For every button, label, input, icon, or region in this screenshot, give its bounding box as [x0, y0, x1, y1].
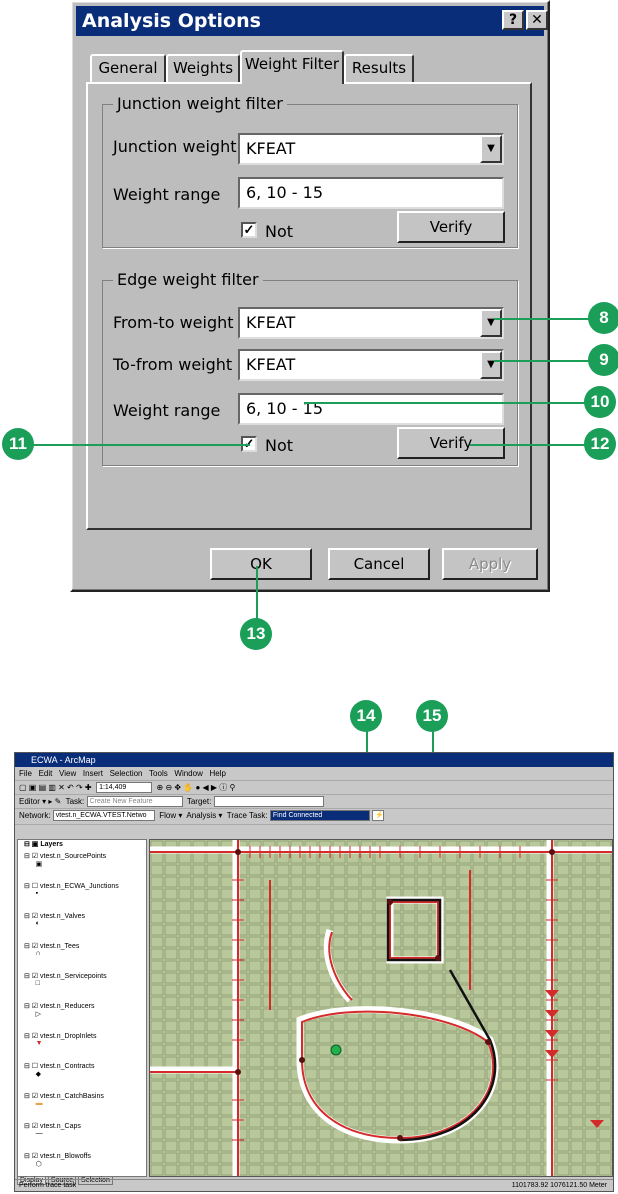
callout-10: 10 [584, 386, 616, 418]
chevron-down-icon[interactable]: ▼ [480, 309, 502, 337]
to-from-weight-label: To-from weight [113, 355, 233, 374]
from-to-weight-label: From-to weight [113, 313, 234, 332]
tab-general[interactable]: General [90, 54, 166, 82]
callout-13: 13 [240, 618, 272, 650]
edge-weight-range-input[interactable]: 6, 10 - 15 [238, 393, 504, 425]
close-icon[interactable]: ✕ [526, 10, 548, 30]
edge-range-label: Weight range [113, 401, 221, 420]
callout-line-10 [304, 402, 590, 404]
toolbar-icons[interactable]: ▢ ▣ ▤ ▥ ✕ ↶ ↷ ✚ [19, 783, 92, 792]
callout-11: 11 [2, 428, 34, 460]
standard-toolbar: ▢ ▣ ▤ ▥ ✕ ↶ ↷ ✚ 1:14,409 ⊕ ⊖ ✥ ✋ ● ◀ ▶ ⓘ… [15, 781, 613, 795]
status-coordinates: 1101783.92 1076121.50 Meter [511, 1182, 607, 1189]
callout-9: 9 [588, 344, 618, 376]
junction-weight-value: KFEAT [246, 139, 296, 158]
toc-layer[interactable]: ⊟ ☑ vtest.n_CatchBasins ▬ [18, 1092, 146, 1122]
arcmap-window: ECWA - ArcMap File Edit View Insert Sele… [14, 752, 614, 1192]
apply-button[interactable]: Apply [442, 548, 538, 580]
task-select[interactable]: Create New Feature [86, 796, 183, 808]
chevron-down-icon[interactable]: ▼ [480, 351, 502, 379]
ok-button[interactable]: OK [210, 548, 312, 580]
from-to-weight-value: KFEAT [246, 313, 296, 332]
menu-file[interactable]: File [19, 769, 32, 778]
junction-weight-range-input[interactable]: 6, 10 - 15 [238, 177, 504, 209]
toc-layer[interactable]: ⊟ ☑ vtest.n_Blowoffs ⬡ [18, 1152, 146, 1176]
menu-window[interactable]: Window [174, 769, 202, 778]
status-message: Perform trace task [19, 1182, 77, 1189]
callout-line-11 [30, 444, 250, 446]
weight-filter-panel: Junction weight filter Junction weight K… [86, 82, 532, 530]
tab-weight-filter[interactable]: Weight Filter [240, 50, 344, 84]
toc-layer[interactable]: ⊟ ☑ vtest.n_DropInlets ▼ [18, 1032, 146, 1062]
to-from-weight-value: KFEAT [246, 355, 296, 374]
junction-range-label: Weight range [113, 185, 221, 204]
callout-line-9 [494, 360, 590, 362]
toc-layer[interactable]: ⊟ ☑ vtest.n_Servicepoints □ [18, 972, 146, 1002]
network-map-drawing [150, 840, 612, 1176]
editor-menu[interactable]: Editor ▾ [19, 797, 46, 806]
toc-layer[interactable]: ⊟ ☐ vtest.n_Contracts ◆ [18, 1062, 146, 1092]
junction-weight-filter-group: Junction weight filter Junction weight K… [102, 94, 518, 248]
flow-menu[interactable]: Flow ▾ [159, 811, 182, 820]
map-view[interactable] [149, 839, 613, 1177]
help-icon[interactable]: ? [502, 10, 524, 30]
junction-not-checkbox[interactable]: ✓ [241, 222, 257, 238]
chevron-down-icon[interactable]: ▼ [480, 135, 502, 163]
to-from-weight-select[interactable]: KFEAT ▼ [238, 349, 504, 381]
target-select[interactable] [213, 796, 324, 808]
edge-weight-filter-group: Edge weight filter From-to weight KFEAT … [102, 270, 518, 466]
toc-layer[interactable]: ⊟ ☑ vtest.n_Valves ◐ [18, 912, 146, 942]
target-label: Target: [186, 797, 212, 806]
dialog-title: Analysis Options [76, 6, 544, 36]
callout-14: 14 [350, 700, 382, 732]
network-label: Network: [19, 811, 51, 820]
callout-line-8 [494, 318, 590, 320]
analysis-menu[interactable]: Analysis ▾ [186, 811, 222, 820]
junction-verify-button[interactable]: Verify [397, 211, 505, 243]
scale-input[interactable]: 1:14,409 [96, 782, 153, 794]
junction-not-label: Not [265, 222, 294, 241]
callout-12: 12 [584, 428, 616, 460]
menu-help[interactable]: Help [210, 769, 226, 778]
toolbar-icons-2[interactable]: ⊕ ⊖ ✥ ✋ ● ◀ ▶ ⓘ ⚲ [157, 783, 236, 792]
task-label: Task: [65, 797, 85, 806]
network-select[interactable]: vtest.n_ECWA.VTEST.Netwo [52, 810, 155, 822]
trace-task-label: Trace Task: [226, 811, 268, 820]
menu-insert[interactable]: Insert [83, 769, 103, 778]
toc-layer[interactable]: ⊟ ☑ vtest.n_Reducers ▷ [18, 1002, 146, 1032]
menu-edit[interactable]: Edit [39, 769, 53, 778]
junction-group-title: Junction weight filter [113, 94, 287, 113]
editor-toolbar: Editor ▾ ▸ ✎ Task: Create New Feature Ta… [15, 795, 613, 809]
table-of-contents: ⊟ ▣ Layers ⊟ ☑ vtest.n_SourcePoints ▣ ⊟ … [17, 839, 147, 1177]
menu-tools[interactable]: Tools [149, 769, 168, 778]
status-bar: Perform trace task 1101783.92 1076121.50… [15, 1179, 613, 1191]
edge-verify-button[interactable]: Verify [397, 427, 505, 459]
callout-line-13 [256, 566, 258, 626]
menu-view[interactable]: View [59, 769, 76, 778]
toc-root[interactable]: ⊟ ▣ Layers [18, 840, 146, 852]
utility-network-toolbar: Network: vtest.n_ECWA.VTEST.Netwo Flow ▾… [15, 809, 613, 825]
edge-group-title: Edge weight filter [113, 270, 263, 289]
junction-weight-select[interactable]: KFEAT ▼ [238, 133, 504, 165]
edge-not-label: Not [265, 436, 294, 455]
arcmap-title: ECWA - ArcMap [15, 753, 613, 767]
toc-layer[interactable]: ⊟ ☑ vtest.n_Caps — [18, 1122, 146, 1152]
analysis-options-dialog: Analysis Options ? ✕ General Weights Wei… [70, 0, 550, 592]
callout-8: 8 [588, 302, 618, 334]
menu-selection[interactable]: Selection [110, 769, 143, 778]
tab-weights[interactable]: Weights [166, 54, 240, 82]
toc-layer[interactable]: ⊟ ☑ vtest.n_SourcePoints ▣ [18, 852, 146, 882]
callout-line-12 [470, 444, 590, 446]
toc-layer[interactable]: ⊟ ☐ vtest.n_ECWA_Junctions ▪ [18, 882, 146, 912]
toc-layer[interactable]: ⊟ ☑ vtest.n_Tees ∩ [18, 942, 146, 972]
tab-results[interactable]: Results [344, 54, 414, 82]
trace-task-select[interactable]: Find Connected [269, 810, 370, 822]
solve-icon[interactable]: ⚡ [372, 810, 385, 822]
from-to-weight-select[interactable]: KFEAT ▼ [238, 307, 504, 339]
junction-weight-label: Junction weight [113, 137, 237, 156]
cancel-button[interactable]: Cancel [328, 548, 430, 580]
callout-15: 15 [416, 700, 448, 732]
menu-bar: File Edit View Insert Selection Tools Wi… [15, 767, 613, 781]
